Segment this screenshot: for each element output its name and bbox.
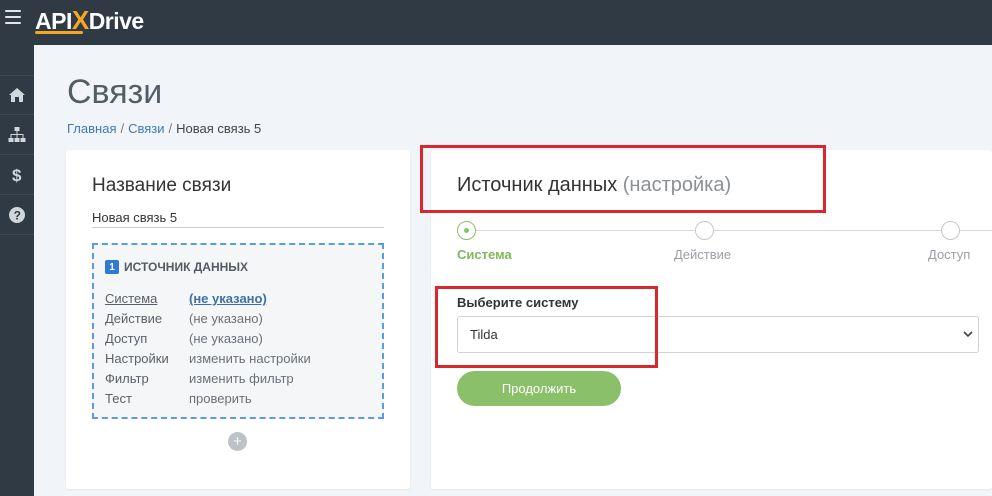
sidebar-item-help[interactable]: ? [0, 195, 34, 235]
highlight-frame [435, 286, 658, 368]
source-rows: Система (не указано) Действие (не указано)… [105, 291, 311, 411]
logo-underline [35, 31, 83, 34]
highlight-frame [420, 145, 826, 213]
sidebar-item-home[interactable] [0, 75, 34, 115]
source-block-title-text: ИСТОЧНИК ДАННЫХ [124, 260, 249, 274]
breadcrumb-separator: / [120, 121, 125, 136]
connection-name-input[interactable]: Новая связь 5 [92, 208, 384, 228]
connection-card: Название связи Новая связь 5 1 ИСТОЧНИК … [66, 150, 410, 489]
breadcrumb-home-link[interactable]: Главная [67, 121, 116, 136]
top-bar: APIXDrive [0, 0, 992, 45]
chevron-down-icon [963, 331, 973, 338]
step-system-marker[interactable] [457, 221, 476, 240]
continue-button[interactable]: Продолжить [457, 371, 621, 406]
help-icon: ? [9, 206, 25, 223]
svg-text:?: ? [14, 208, 21, 222]
source-row-system[interactable]: Система (не указано) [105, 291, 311, 311]
step-action-label[interactable]: Действие [674, 247, 731, 262]
row-value[interactable]: (не указано) [189, 331, 263, 351]
sitemap-icon [8, 126, 26, 142]
home-icon [9, 88, 25, 102]
row-key: Фильтр [105, 371, 149, 386]
steps-progress-line [457, 230, 992, 231]
add-block-button[interactable]: + [228, 432, 247, 451]
row-value[interactable]: изменить фильтр [189, 371, 294, 391]
breadcrumb-separator: / [168, 121, 173, 136]
source-block[interactable]: 1 ИСТОЧНИК ДАННЫХ Система (не указано) Де… [92, 243, 384, 419]
source-row-action[interactable]: Действие (не указано) [105, 311, 311, 331]
row-key: Настройки [105, 351, 169, 366]
connection-name-heading: Название связи [92, 175, 232, 196]
row-value[interactable]: (не указано) [189, 291, 267, 311]
row-key: Тест [105, 391, 132, 406]
row-value[interactable]: (не указано) [189, 311, 263, 331]
row-key: Доступ [105, 331, 148, 346]
breadcrumb-connections-link[interactable]: Связи [128, 121, 164, 136]
row-key: Система [105, 291, 158, 306]
sidebar-item-billing[interactable]: $ [0, 155, 34, 195]
step-action-marker[interactable] [695, 221, 714, 240]
breadcrumb-current: Новая связь 5 [176, 121, 262, 136]
row-value[interactable]: изменить настройки [189, 351, 311, 371]
sidebar-item-connections[interactable] [0, 115, 34, 155]
source-block-title: 1 ИСТОЧНИК ДАННЫХ [105, 260, 248, 274]
step-access-marker[interactable] [941, 221, 960, 240]
row-value[interactable]: проверить [189, 391, 252, 411]
hamburger-menu-icon[interactable] [5, 10, 21, 26]
row-key: Действие [105, 311, 163, 326]
dollar-icon: $ [12, 166, 22, 184]
step-system-label[interactable]: Система [457, 247, 512, 262]
source-row-filter[interactable]: Фильтр изменить фильтр [105, 371, 311, 391]
breadcrumb: Главная / Связи / Новая связь 5 [67, 121, 261, 136]
source-row-access[interactable]: Доступ (не указано) [105, 331, 311, 351]
source-row-test[interactable]: Тест проверить [105, 391, 311, 411]
page-title: Связи [67, 73, 163, 111]
svg-text:$: $ [12, 166, 22, 184]
step-access-label[interactable]: Доступ [928, 247, 970, 262]
step-number-badge: 1 [105, 260, 119, 274]
sidebar: $ ? [0, 45, 34, 496]
source-row-settings[interactable]: Настройки изменить настройки [105, 351, 311, 371]
